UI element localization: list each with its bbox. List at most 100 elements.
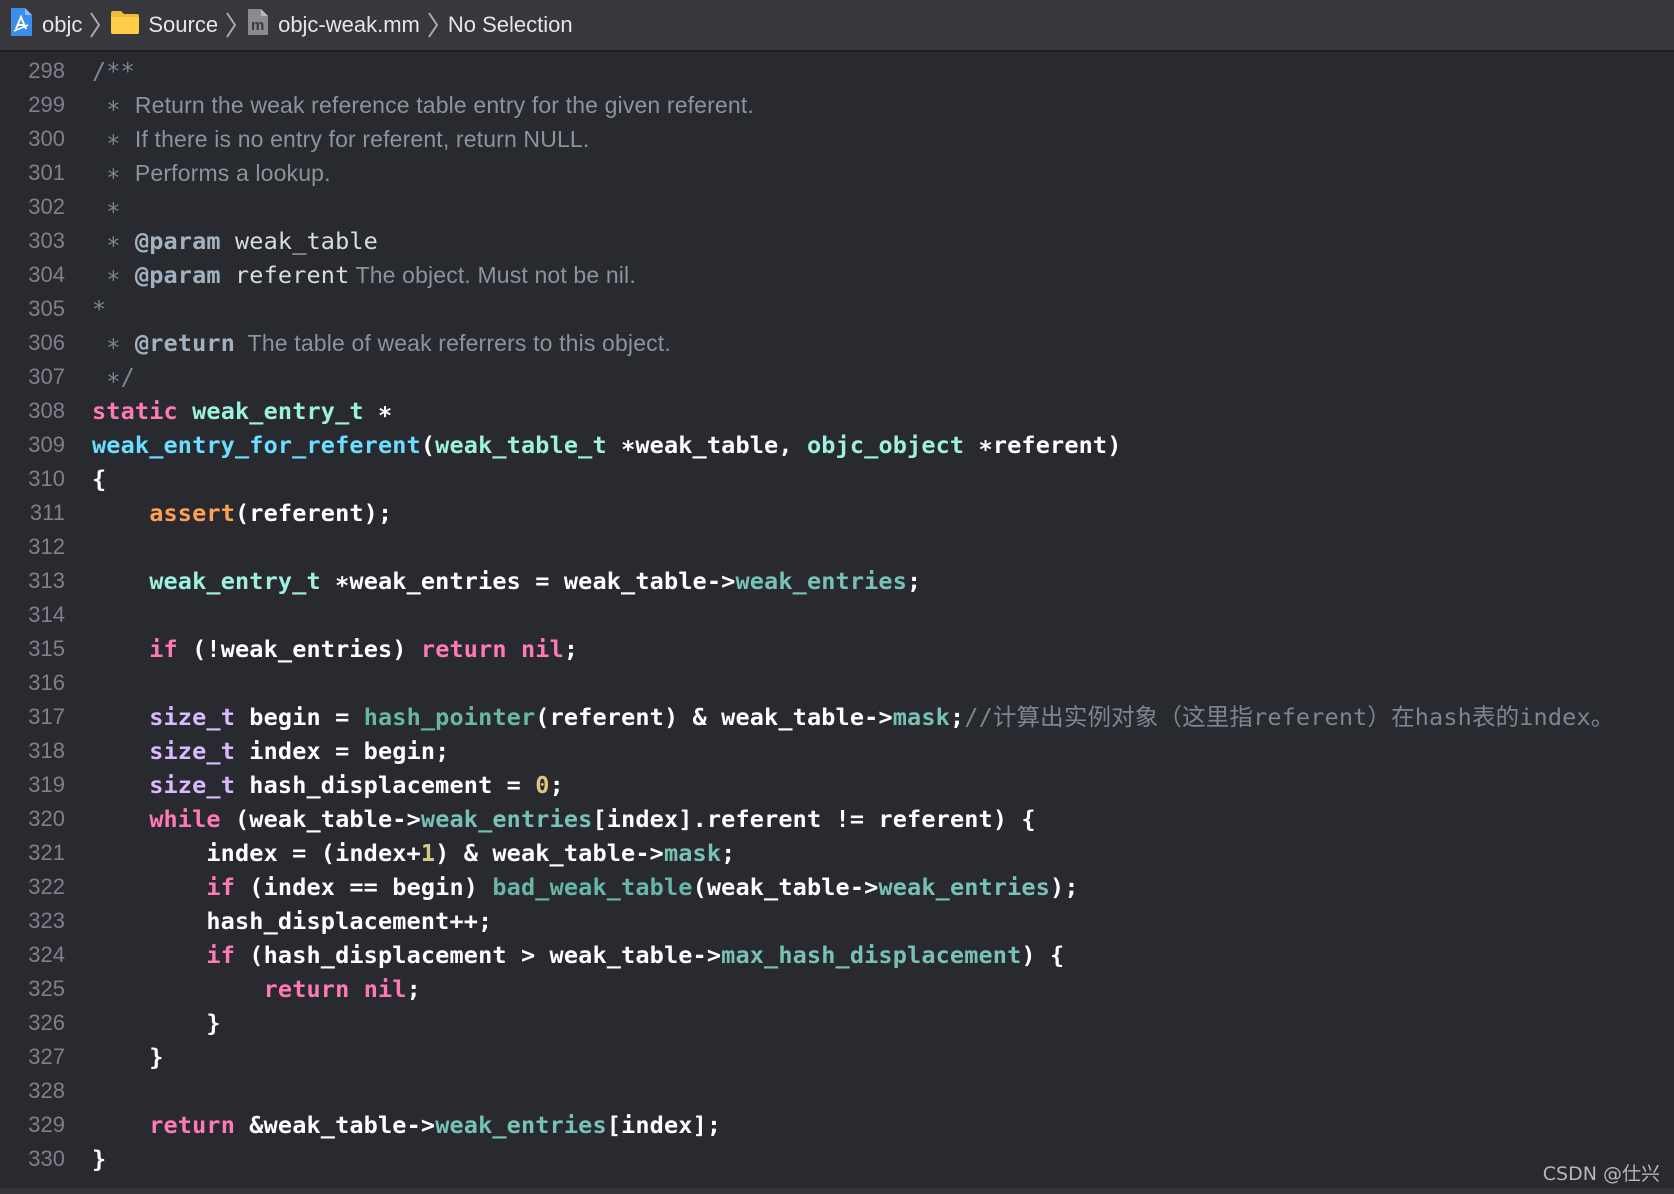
code-token-plain: index = begin; — [235, 737, 450, 765]
code-line[interactable]: 300 ∗ If there is no entry for referent,… — [0, 122, 1674, 156]
code-token-cjk: 。 — [1590, 703, 1615, 731]
jump-bar-label-project: objc — [42, 12, 83, 37]
code-text: size_t index = begin; — [92, 734, 449, 768]
code-line[interactable]: 319 size_t hash_displacement = 0; — [0, 768, 1674, 802]
code-line[interactable]: 322 if (index == begin) bad_weak_table(w… — [0, 870, 1674, 904]
code-text: } — [92, 1040, 164, 1074]
source-editor[interactable]: 298 /** 299 ∗ Return the weak reference ta… — [0, 52, 1674, 1194]
code-token-plain: ; — [907, 567, 922, 595]
code-token-keyword: nil — [521, 635, 564, 663]
line-number: 313 — [28, 568, 65, 593]
code-line[interactable]: 302 ∗ — [0, 190, 1674, 224]
code-line[interactable]: 323 hash_displacement++; — [0, 904, 1674, 938]
code-token-keyword: return — [149, 1111, 235, 1139]
code-token-cjk: 表的 — [1471, 703, 1520, 731]
code-line[interactable]: 301 ∗ Performs a lookup. — [0, 156, 1674, 190]
code-token-type: size_t — [149, 771, 235, 799]
code-line[interactable]: 304 ∗ @param referent The object. Must n… — [0, 258, 1674, 292]
line-number: 307 — [28, 364, 65, 389]
code-token-plain: ; — [949, 703, 965, 731]
line-number: 320 — [28, 806, 65, 831]
code-line[interactable]: 328 — [0, 1074, 1674, 1108]
jump-bar-item-folder[interactable]: Source — [110, 0, 218, 50]
line-number: 303 — [28, 228, 65, 253]
code-line[interactable]: 305 * — [0, 292, 1674, 326]
code-line[interactable]: 330} — [0, 1142, 1674, 1176]
line-number: 298 — [28, 58, 65, 83]
code-text: size_t begin = hash_pointer(referent) & … — [92, 700, 1614, 734]
code-line[interactable]: 310 { — [0, 462, 1674, 496]
code-line[interactable]: 313 weak_entry_t ∗weak_entries = weak_ta… — [0, 564, 1674, 598]
line-number: 314 — [28, 602, 65, 627]
code-line[interactable]: 298 /** — [0, 54, 1674, 88]
code-line[interactable]: 307 ∗/ — [0, 360, 1674, 394]
code-token-macro: assert — [149, 499, 235, 527]
code-token-type: size_t — [149, 737, 235, 765]
code-line[interactable]: 317 size_t begin = hash_pointer(referent… — [0, 700, 1674, 734]
code-line[interactable]: 308 static weak_entry_t ∗ — [0, 394, 1674, 428]
code-token-plain: (weak_table-> — [220, 805, 421, 833]
jump-bar-item-project[interactable]: objc — [8, 0, 82, 50]
code-line[interactable]: 318 size_t index = begin; — [0, 734, 1674, 768]
code-line[interactable]: 325 return nil; — [0, 972, 1674, 1006]
line-number: 323 — [28, 908, 65, 933]
code-token-usertype: weak_entry_t — [192, 397, 364, 425]
line-number: 309 — [28, 432, 65, 457]
code-text: if (hash_displacement > weak_table->max_… — [92, 938, 1064, 972]
code-line[interactable]: 321 index = (index+1) & weak_table->mask… — [0, 836, 1674, 870]
code-token-doc: @param — [134, 227, 221, 255]
code-token-plain: { — [92, 465, 107, 493]
code-text: ∗ If there is no entry for referent, ret… — [92, 122, 589, 156]
line-number: 321 — [28, 840, 65, 865]
code-token-member: weak_entries — [435, 1111, 607, 1139]
code-line[interactable]: 309 weak_entry_for_referent(weak_table_t … — [0, 428, 1674, 462]
code-token-ufunc: bad_weak_table — [492, 873, 693, 901]
code-text: return nil; — [92, 972, 421, 1006]
jump-bar-item-file[interactable]: m objc-weak.mm — [246, 0, 420, 50]
code-token-plain: (index == begin) — [235, 873, 493, 901]
code-line[interactable]: 326 } — [0, 1006, 1674, 1040]
line-number: 330 — [28, 1146, 65, 1171]
jump-bar-item-selection[interactable]: No Selection — [448, 0, 573, 50]
code-text: return &weak_table->weak_entries[index]; — [92, 1108, 721, 1142]
code-token-member: weak_entries — [878, 873, 1051, 901]
code-token-func: weak_entry_for_referent — [92, 431, 421, 459]
code-token-plain: (!weak_entries) — [177, 635, 421, 663]
code-line[interactable]: 303 ∗ @param weak_table — [0, 224, 1674, 258]
code-token-plain: } — [92, 1009, 221, 1037]
line-number: 308 — [28, 398, 65, 423]
jump-bar-label-folder: Source — [148, 12, 219, 37]
line-number: 305 — [28, 296, 65, 321]
code-line[interactable]: 312 — [0, 530, 1674, 564]
code-token-keyword: static — [92, 397, 178, 425]
code-line[interactable]: 314 — [0, 598, 1674, 632]
code-token-cjk: 计算出实例对象（这里指 — [992, 703, 1254, 731]
line-number: 317 — [28, 704, 65, 729]
code-line[interactable]: 324 if (hash_displacement > weak_table->… — [0, 938, 1674, 972]
line-number: 319 — [28, 772, 65, 797]
svg-text:m: m — [251, 17, 264, 34]
code-line[interactable]: 311 assert(referent); — [0, 496, 1674, 530]
code-line[interactable]: 316 — [0, 666, 1674, 700]
code-line[interactable]: 329 return &weak_table->weak_entries[ind… — [0, 1108, 1674, 1142]
code-token-comment: ∗/ — [92, 363, 135, 391]
objc-source-file-icon: m — [246, 8, 270, 42]
code-line[interactable]: 315 if (!weak_entries) return nil; — [0, 632, 1674, 666]
code-token-comment: /** — [92, 57, 135, 85]
code-line[interactable]: 299 ∗ Return the weak reference table en… — [0, 88, 1674, 122]
line-number: 329 — [28, 1112, 65, 1137]
code-line[interactable]: 320 while (weak_table->weak_entries[inde… — [0, 802, 1674, 836]
code-token-keyword: if — [206, 941, 235, 969]
code-line[interactable]: 327 } — [0, 1040, 1674, 1074]
code-token-comment: ∗ — [92, 193, 121, 221]
code-token-plain: ( — [420, 431, 436, 459]
code-line[interactable]: 306 ∗ @return The table of weak referrer… — [0, 326, 1674, 360]
code-token-keyword: if — [149, 635, 178, 663]
code-token-plain: begin = — [235, 703, 364, 731]
